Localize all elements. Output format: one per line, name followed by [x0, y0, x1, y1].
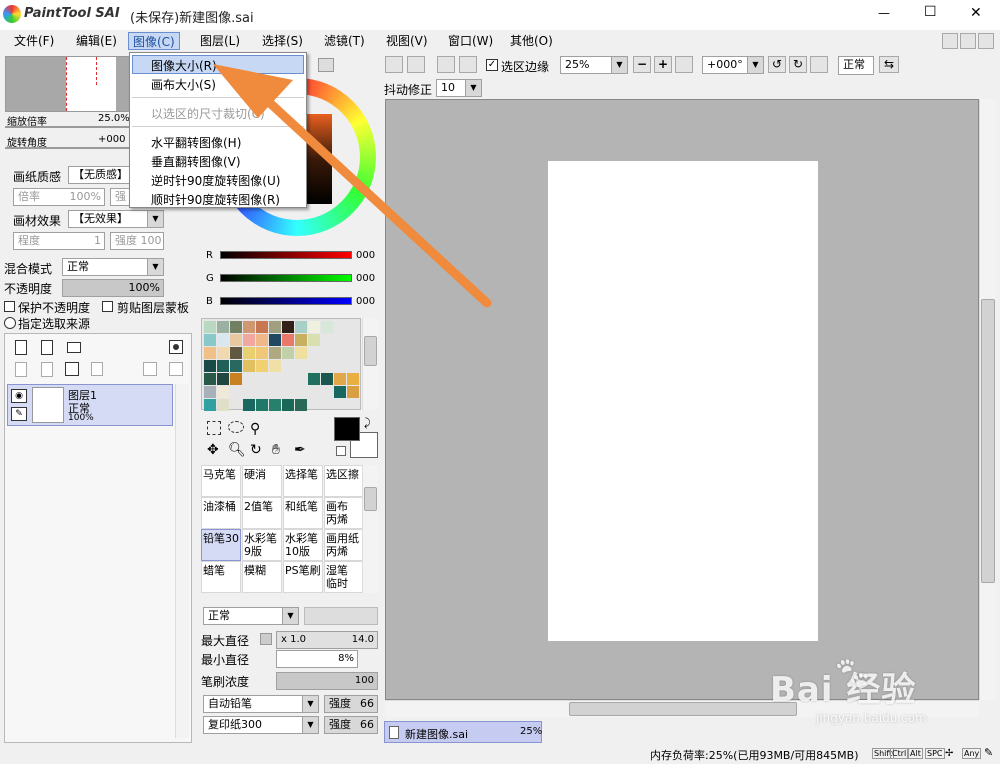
- annotation-arrow-icon: [213, 64, 492, 308]
